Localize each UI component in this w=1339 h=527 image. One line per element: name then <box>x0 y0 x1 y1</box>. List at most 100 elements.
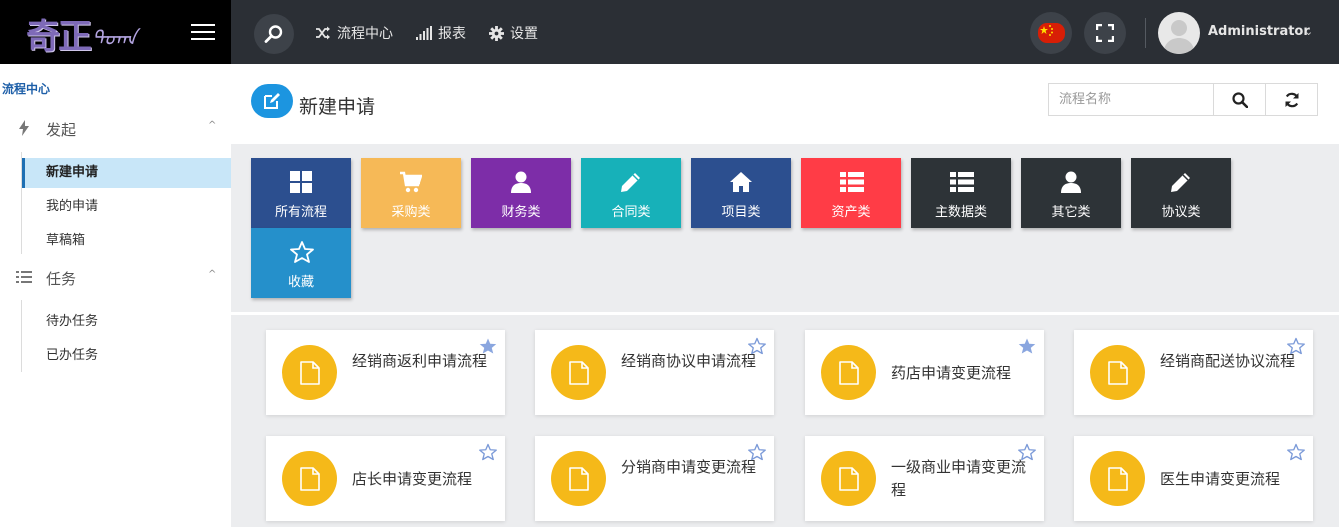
sidebar-group-launch[interactable]: 发起 ^ <box>0 110 231 146</box>
process-title: 医生申请变更流程 <box>1160 470 1281 488</box>
user-name[interactable]: Administrator <box>1208 24 1310 39</box>
process-card[interactable]: 药店申请变更流程 <box>805 330 1044 415</box>
home-icon <box>730 172 752 192</box>
category-label: 资产类 <box>831 205 871 220</box>
bolt-icon <box>19 120 29 136</box>
pencil-icon <box>1171 173 1190 192</box>
star-outline-icon[interactable] <box>479 443 497 461</box>
avatar[interactable] <box>1158 12 1200 54</box>
process-search-input[interactable] <box>1048 83 1214 116</box>
star-outline-icon[interactable] <box>1287 443 1305 461</box>
nav-process-center[interactable]: 流程中心 <box>315 23 393 43</box>
refresh-icon <box>1285 92 1299 108</box>
sidebar-group-tasks[interactable]: 任务 ^ <box>0 259 231 295</box>
nav-link-label: 报表 <box>438 26 466 42</box>
process-icon-badge <box>282 345 337 400</box>
caret-up-icon: ^ <box>208 269 217 280</box>
chevron-down-icon[interactable]: ⌄ <box>1304 25 1313 38</box>
star-filled-icon[interactable] <box>1018 337 1036 355</box>
category-other[interactable]: 其它类 <box>1021 158 1121 228</box>
document-icon <box>1108 467 1128 491</box>
china-flag-icon <box>1038 23 1065 43</box>
pencil-icon <box>621 173 640 192</box>
process-icon-badge <box>551 451 606 506</box>
cart-icon <box>400 171 422 193</box>
language-button[interactable] <box>1030 12 1072 54</box>
category-procurement[interactable]: 采购类 <box>361 158 461 228</box>
user-avatar-icon <box>1163 20 1195 54</box>
category-project[interactable]: 项目类 <box>691 158 791 228</box>
category-contract[interactable]: 合同类 <box>581 158 681 228</box>
section-divider <box>231 312 1339 315</box>
page-header: 新建申请 <box>231 64 1339 144</box>
category-label: 收藏 <box>287 275 314 290</box>
process-icon-badge <box>1090 451 1145 506</box>
list-icon <box>950 172 974 192</box>
sidebar-item-drafts[interactable]: 草稿箱 <box>22 226 231 256</box>
star-outline-icon[interactable] <box>1287 337 1305 355</box>
category-agreement[interactable]: 协议类 <box>1131 158 1231 228</box>
category-label: 合同类 <box>611 205 651 220</box>
category-label: 其它类 <box>1051 205 1091 220</box>
star-filled-icon[interactable] <box>479 337 497 355</box>
category-label: 主数据类 <box>934 205 987 220</box>
search-icon <box>1232 92 1248 108</box>
star-outline-icon[interactable] <box>1018 443 1036 461</box>
sidebar-item-done-tasks[interactable]: 已办任务 <box>22 341 231 371</box>
document-icon <box>1108 361 1128 385</box>
document-icon <box>300 361 320 385</box>
process-card[interactable]: 医生申请变更流程 <box>1074 436 1313 521</box>
search-icon <box>264 25 283 43</box>
process-title: 分销商申请变更流程 <box>621 458 757 476</box>
process-card[interactable]: 一级商业申请变更流程 <box>805 436 1044 521</box>
category-finance[interactable]: 财务类 <box>471 158 571 228</box>
grid-icon <box>290 171 312 193</box>
menu-toggle-icon[interactable] <box>191 24 215 41</box>
category-favorites[interactable]: 收藏 <box>251 228 351 298</box>
document-icon <box>839 467 859 491</box>
nav-reports[interactable]: 报表 <box>416 23 466 43</box>
user-icon <box>1061 171 1081 193</box>
sidebar-breadcrumb[interactable]: 流程中心 <box>2 80 50 97</box>
process-card[interactable]: 经销商返利申请流程 <box>266 330 505 415</box>
star-outline-icon <box>290 241 314 263</box>
category-all-processes[interactable]: 所有流程 <box>251 158 351 228</box>
category-label: 项目类 <box>721 205 761 220</box>
process-card[interactable]: 经销商配送协议流程 <box>1074 330 1313 415</box>
global-search-button[interactable] <box>254 14 294 54</box>
process-title: 药店申请变更流程 <box>891 364 1012 382</box>
process-title: 经销商协议申请流程 <box>621 352 757 370</box>
document-icon <box>569 361 589 385</box>
user-icon <box>511 171 531 193</box>
refresh-button[interactable] <box>1265 83 1318 116</box>
sidebar-item-new-request[interactable]: 新建申请 <box>22 158 231 188</box>
category-label: 财务类 <box>501 205 541 220</box>
process-title: 经销商配送协议流程 <box>1160 352 1296 370</box>
category-label: 采购类 <box>391 205 431 220</box>
signal-bars-icon <box>416 26 432 40</box>
category-master-data[interactable]: 主数据类 <box>911 158 1011 228</box>
sidebar-item-my-requests[interactable]: 我的申请 <box>22 192 231 222</box>
star-outline-icon[interactable] <box>748 443 766 461</box>
process-card[interactable]: 店长申请变更流程 <box>266 436 505 521</box>
tasks-icon <box>16 271 32 283</box>
process-card[interactable]: 经销商协议申请流程 <box>535 330 774 415</box>
fullscreen-button[interactable] <box>1084 12 1126 54</box>
search-button[interactable] <box>1213 83 1266 116</box>
document-icon <box>839 361 859 385</box>
sidebar-item-todo-tasks[interactable]: 待办任务 <box>22 307 231 337</box>
logo: 奇正 ᠲᠣᠬᠠ <box>26 16 138 57</box>
page-title: 新建申请 <box>299 96 376 118</box>
process-icon-badge <box>821 345 876 400</box>
gear-icon <box>489 25 504 41</box>
category-assets[interactable]: 资产类 <box>801 158 901 228</box>
process-icon-badge <box>821 451 876 506</box>
process-icon-badge <box>282 451 337 506</box>
nav-settings[interactable]: 设置 <box>489 23 538 43</box>
process-card[interactable]: 分销商申请变更流程 <box>535 436 774 521</box>
process-title: 一级商业申请变更流程 <box>891 458 1027 499</box>
sidebar-group-label: 任务 <box>46 270 77 288</box>
shuffle-icon <box>316 26 330 40</box>
fullscreen-icon <box>1096 24 1114 42</box>
star-outline-icon[interactable] <box>748 337 766 355</box>
